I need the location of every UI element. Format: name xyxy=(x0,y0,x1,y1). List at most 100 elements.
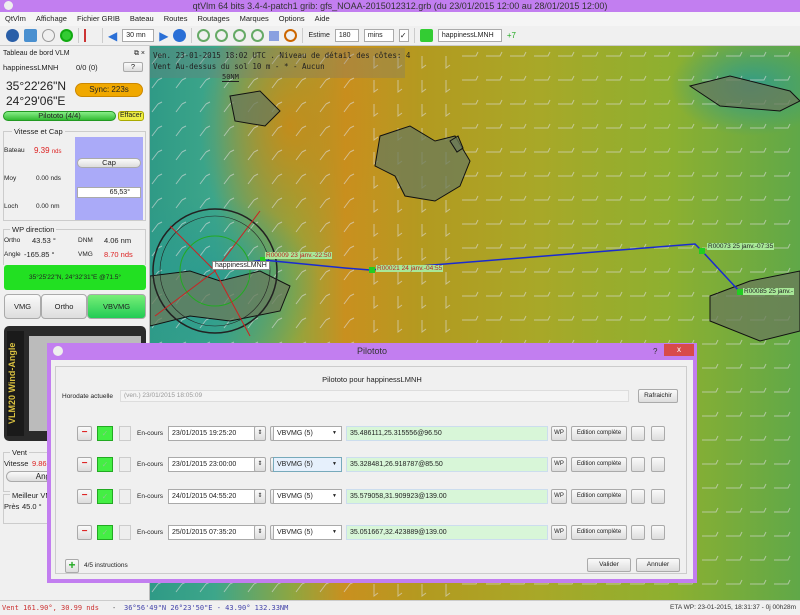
menu-marques[interactable]: Marques xyxy=(240,12,269,26)
zoom-fit-icon[interactable] xyxy=(251,29,265,42)
wp-button[interactable]: WP xyxy=(551,489,567,504)
heading-input[interactable]: 65,53° xyxy=(77,187,141,198)
instruction-target-input[interactable]: 35.579058,31.909923@139.00 xyxy=(346,489,548,504)
estime-checkbox[interactable]: ✓ xyxy=(398,29,409,42)
next-arrow-icon[interactable]: ▶ xyxy=(159,29,168,43)
instruction-target-input[interactable]: 35.051667,32.423889@139.00 xyxy=(346,525,548,540)
wind-barb xyxy=(510,315,527,321)
zoom-selection-icon[interactable] xyxy=(233,29,247,42)
menu-aide[interactable]: Aide xyxy=(315,12,330,26)
add-instruction-button[interactable]: + xyxy=(65,559,79,573)
previous-arrow-icon[interactable]: ◀ xyxy=(108,29,117,43)
instruction-date-input[interactable]: 23/01/2015 19:25:20 xyxy=(168,426,258,441)
delete-instruction-button[interactable]: − xyxy=(77,457,92,472)
estime-input[interactable]: 180 xyxy=(334,29,359,42)
vmg-mode-button[interactable]: VMG xyxy=(4,294,41,319)
menu-routages[interactable]: Routages xyxy=(197,12,229,26)
menu-options[interactable]: Options xyxy=(279,12,305,26)
instruction-target-input[interactable]: 35.328481,26.918787@85.50 xyxy=(346,457,548,472)
menu-routes[interactable]: Routes xyxy=(164,12,188,26)
boat-select[interactable]: happinessLMNH xyxy=(437,29,502,42)
waypoint-label[interactable]: R00021 24 janv.-04:55 xyxy=(376,265,444,272)
zoom-in-icon[interactable] xyxy=(197,29,211,42)
globe-icon[interactable] xyxy=(6,29,19,42)
waypoint-marker[interactable] xyxy=(699,248,705,254)
wp-button[interactable]: WP xyxy=(551,426,567,441)
instruction-date-input[interactable]: 24/01/2015 04:55:20 xyxy=(168,489,258,504)
waypoint-label[interactable]: R00085 25 janv.- xyxy=(743,288,795,295)
instruction-target-input[interactable]: 35.486111,25.315556@96.50 xyxy=(346,426,548,441)
waypoint-position[interactable]: 35°25'22"N, 24°32'31"E @71.5° xyxy=(4,265,146,290)
refresh-button[interactable]: Rafraichir xyxy=(638,389,678,403)
activate-checkbox[interactable]: ✓ xyxy=(97,489,113,504)
validate-button[interactable]: Valider xyxy=(587,558,631,572)
boat-icon[interactable] xyxy=(419,29,433,42)
mode-select[interactable]: VBVMG (5) ▼ xyxy=(273,489,342,504)
delete-instruction-button[interactable]: − xyxy=(77,489,92,504)
instruction-date-input[interactable]: 25/01/2015 07:35:20 xyxy=(168,525,258,540)
cancel-button[interactable]: Annuler xyxy=(636,558,680,572)
vbvmg-mode-button[interactable]: VBVMG xyxy=(87,294,146,319)
copy-icon[interactable] xyxy=(631,426,645,441)
paste-icon[interactable] xyxy=(651,489,665,504)
select-area-icon[interactable] xyxy=(269,30,280,41)
lock-icon[interactable] xyxy=(119,489,131,504)
float-close-icons[interactable]: ⧉ × xyxy=(134,50,145,58)
add-mark-button[interactable]: +7 xyxy=(507,31,516,40)
lock-icon[interactable] xyxy=(119,525,131,540)
ortho-mode-button[interactable]: Ortho xyxy=(41,294,87,319)
date-spinner[interactable]: ⇕ xyxy=(254,489,266,504)
menu-fichier-grib[interactable]: Fichier GRIB xyxy=(77,12,120,26)
menu-bateau[interactable]: Bateau xyxy=(130,12,154,26)
activate-checkbox[interactable]: ✓ xyxy=(97,426,113,441)
waypoint-label[interactable]: R00009 23 janv.-22:50 xyxy=(265,252,333,259)
paste-icon[interactable] xyxy=(651,457,665,472)
date-spinner[interactable]: ⇕ xyxy=(254,426,266,441)
wp-button[interactable]: WP xyxy=(551,457,567,472)
time-step-select[interactable]: 30 mn xyxy=(122,29,155,42)
dialog-close-button[interactable]: x xyxy=(664,344,694,356)
paste-icon[interactable] xyxy=(651,525,665,540)
sync-button[interactable]: Sync: 223s xyxy=(75,83,143,97)
open-folder-icon[interactable] xyxy=(24,29,37,42)
estime-unit-select[interactable]: mins xyxy=(363,29,394,42)
delete-instruction-button[interactable]: − xyxy=(77,525,92,540)
lock-icon[interactable] xyxy=(119,426,131,441)
paste-icon[interactable] xyxy=(651,426,665,441)
date-spinner[interactable]: ⇕ xyxy=(254,457,266,472)
menu-affichage[interactable]: Affichage xyxy=(36,12,67,26)
power-icon[interactable] xyxy=(60,29,73,42)
delete-instruction-button[interactable]: − xyxy=(77,426,92,441)
full-edit-button[interactable]: Edition complète xyxy=(571,489,627,504)
effacer-button[interactable]: Effacer xyxy=(118,111,144,121)
instruction-date-input[interactable]: 23/01/2015 23:00:00 xyxy=(168,457,258,472)
mode-select[interactable]: VBVMG (5) ▼ xyxy=(273,457,342,472)
activate-checkbox[interactable]: ✓ xyxy=(97,525,113,540)
menu-qtvlm[interactable]: QtVlm xyxy=(5,12,26,26)
full-edit-button[interactable]: Edition complète xyxy=(571,426,627,441)
boat-label[interactable]: happinessLMNH xyxy=(212,261,270,270)
zoom-out-icon[interactable] xyxy=(215,29,229,42)
copy-icon[interactable] xyxy=(631,525,645,540)
flag-icon[interactable] xyxy=(84,29,97,42)
mode-select[interactable]: VBVMG (5) ▼ xyxy=(273,426,342,441)
waypoint-marker[interactable] xyxy=(369,267,375,273)
dialog-help-button[interactable]: ? xyxy=(653,343,657,360)
pilototo-button[interactable]: Pilototo (4/4) xyxy=(3,111,116,121)
wind-barb xyxy=(445,272,451,285)
activate-checkbox[interactable]: ✓ xyxy=(97,457,113,472)
play-icon[interactable] xyxy=(173,29,187,42)
date-spinner[interactable]: ⇕ xyxy=(254,525,266,540)
search-icon[interactable] xyxy=(284,29,298,42)
wp-button[interactable]: WP xyxy=(551,525,567,540)
lock-icon[interactable] xyxy=(119,457,131,472)
full-edit-button[interactable]: Edition complète xyxy=(571,457,627,472)
mode-select[interactable]: VBVMG (5) ▼ xyxy=(273,525,342,540)
help-button[interactable]: ? xyxy=(123,62,143,72)
full-edit-button[interactable]: Edition complète xyxy=(571,525,627,540)
waypoint-label[interactable]: R00073 25 janv.-07:35 xyxy=(707,243,775,250)
cap-button[interactable]: Cap xyxy=(77,158,141,168)
copy-icon[interactable] xyxy=(631,489,645,504)
copy-icon[interactable] xyxy=(631,457,645,472)
timer-icon[interactable] xyxy=(42,29,55,42)
